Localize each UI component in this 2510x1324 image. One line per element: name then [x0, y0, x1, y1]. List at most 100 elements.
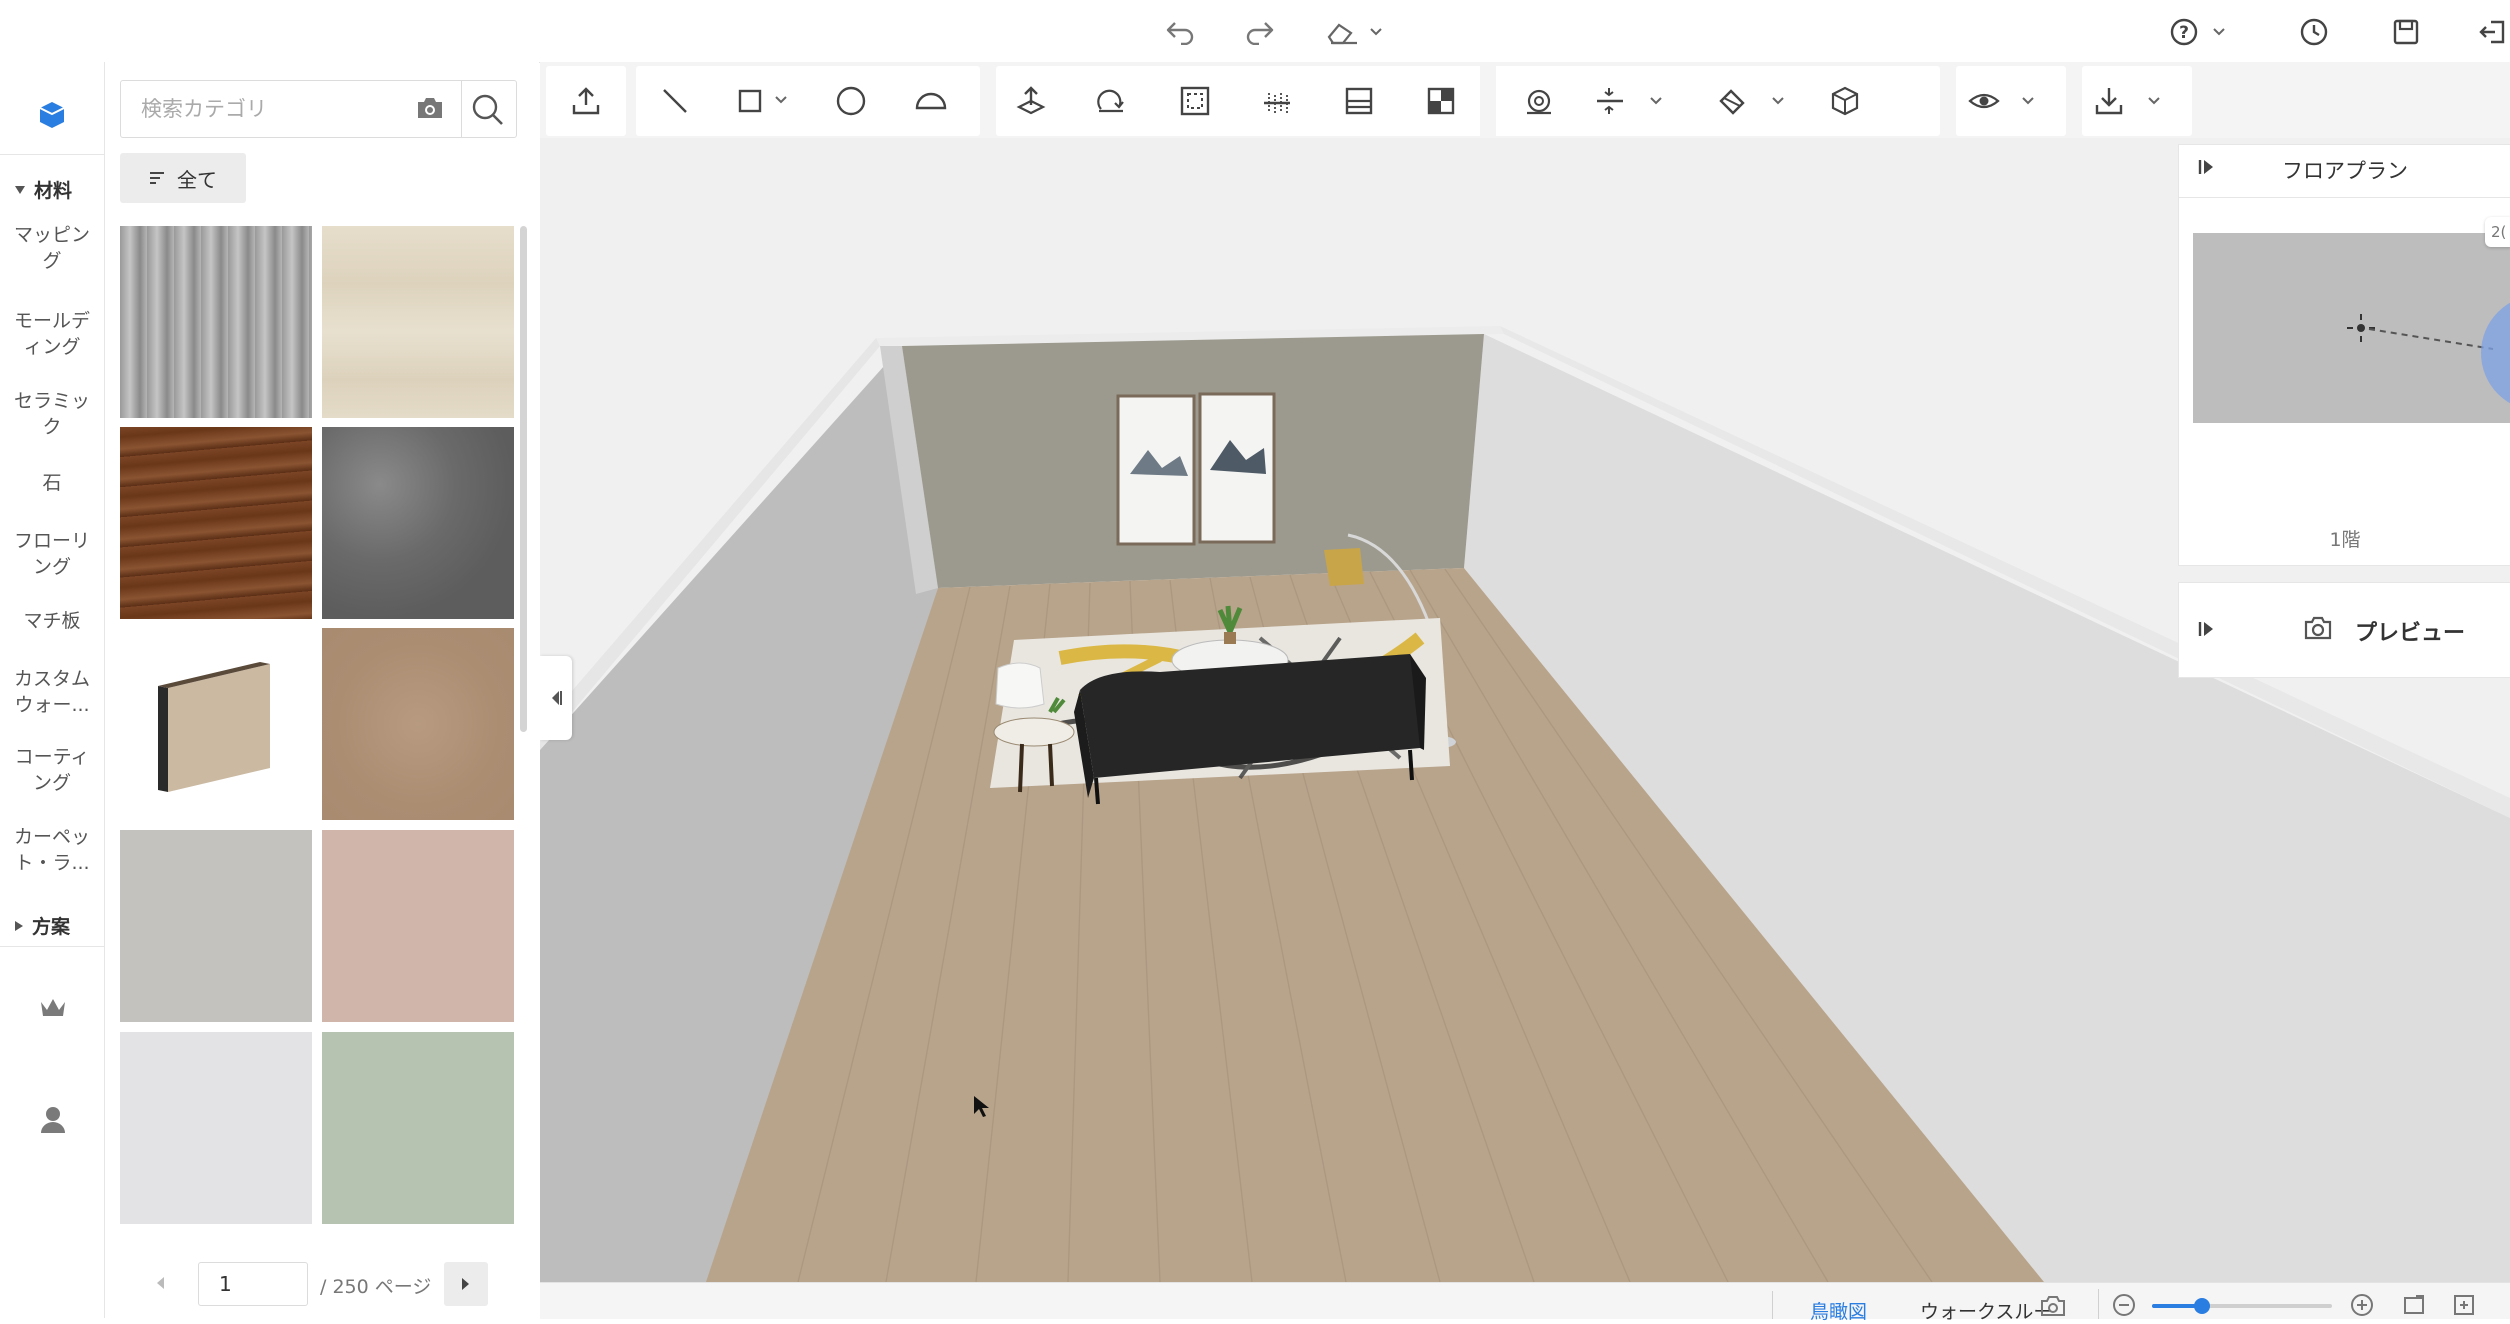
circle-tool-icon[interactable]: [828, 78, 874, 124]
material-tile-brown-sand[interactable]: [322, 628, 514, 820]
measure-tape-icon[interactable]: [1516, 78, 1562, 124]
view-walkthrough-tab[interactable]: ウォークスルー: [1920, 1297, 2052, 1324]
caret-down-icon: [15, 185, 25, 194]
collapse-preview-icon[interactable]: [2197, 619, 2217, 639]
next-page-button[interactable]: [444, 1262, 488, 1306]
drawing-toolbar: [540, 62, 2510, 138]
filter-all-button[interactable]: 全て: [120, 153, 246, 203]
divider: [1772, 1291, 1773, 1319]
sort-icon: [150, 172, 164, 184]
material-tile-grey-marble[interactable]: [322, 427, 514, 619]
section-materials[interactable]: 材料: [14, 176, 72, 203]
zoom-slider[interactable]: [2152, 1298, 2332, 1314]
zoom-in-icon[interactable]: [2350, 1293, 2374, 1317]
material-tile-sage-green-paint[interactable]: [322, 1032, 514, 1224]
search-icon[interactable]: [471, 93, 505, 127]
rail-item-molding[interactable]: モールディング: [0, 308, 104, 360]
upload-icon[interactable]: [563, 78, 609, 124]
next-page-icon: [462, 1278, 469, 1290]
history-icon[interactable]: [2294, 12, 2334, 52]
visibility-eye-icon[interactable]: [1964, 78, 2054, 124]
rail-item-coating[interactable]: コーティング: [0, 744, 104, 796]
section-plans[interactable]: 方案: [14, 912, 70, 939]
rail-item-custom-wall[interactable]: カスタムウォー...: [0, 666, 104, 718]
panel-scrollbar[interactable]: [520, 226, 527, 732]
camera-icon[interactable]: [415, 95, 445, 121]
search-input[interactable]: [139, 93, 423, 125]
filter-all-label: 全て: [177, 167, 217, 192]
level-tool-icon[interactable]: [1590, 78, 1680, 124]
rail-item-flooring[interactable]: フローリング: [0, 528, 104, 580]
rail-item-ceramic[interactable]: セラミック: [0, 388, 104, 440]
rail-item-match-board[interactable]: マチ板: [0, 608, 104, 634]
toolbar-group-edit: [996, 66, 1940, 136]
view-mode-bar: 鳥瞰図 ウォークスルー: [540, 1282, 2510, 1323]
crown-icon[interactable]: [38, 996, 68, 1020]
split-horizontal-icon[interactable]: [1336, 78, 1382, 124]
collapse-left-icon: [552, 691, 562, 705]
divider: [0, 154, 104, 155]
materials-cube-icon[interactable]: [36, 100, 68, 130]
rail-item-stone[interactable]: 石: [0, 470, 104, 496]
divider: [2179, 197, 2510, 198]
download-icon[interactable]: [2090, 78, 2180, 124]
save-icon[interactable]: [2386, 12, 2426, 52]
material-tile-pink-plaster[interactable]: [322, 830, 514, 1022]
user-avatar-icon[interactable]: [38, 1104, 68, 1134]
section-materials-label: 材料: [34, 180, 73, 202]
rail-item-mapping[interactable]: マッピング: [0, 222, 104, 274]
preview-panel: プレビュー: [2178, 582, 2510, 678]
eraser-icon[interactable]: [1320, 12, 1390, 52]
zoom-slider-handle[interactable]: [2194, 1298, 2211, 1314]
material-tile-grey-slats[interactable]: [120, 226, 312, 418]
fit-view-icon[interactable]: [2402, 1293, 2426, 1317]
material-tile-light-grey-paint[interactable]: [120, 1032, 312, 1224]
undo-icon[interactable]: [1160, 12, 1200, 52]
material-cube-icon[interactable]: [1822, 78, 1868, 124]
push-pull-icon[interactable]: [1008, 78, 1054, 124]
arc-tool-icon[interactable]: [908, 78, 954, 124]
svg-text:?: ?: [2179, 23, 2189, 43]
fullscreen-icon[interactable]: [2452, 1293, 2476, 1317]
divider: [0, 946, 104, 947]
floor-level-label[interactable]: 1階: [2179, 525, 2510, 552]
material-tile-light-concrete[interactable]: [120, 830, 312, 1022]
rectangle-tool-icon[interactable]: [732, 78, 802, 124]
category-rail: 材料 マッピング モールディング セラミック 石 フローリング マチ板 カスタム…: [0, 62, 105, 1318]
page-total-label: / 250 ページ: [320, 1276, 432, 1298]
caret-right-icon: [15, 920, 23, 931]
split-cell-icon[interactable]: [1418, 78, 1464, 124]
align-icon[interactable]: [1254, 78, 1300, 124]
paint-bucket-icon[interactable]: [1712, 78, 1802, 124]
collapse-panel-button[interactable]: [540, 656, 572, 740]
prev-page-icon[interactable]: [154, 1276, 166, 1290]
exit-icon[interactable]: [2474, 12, 2510, 52]
zoom-out-icon[interactable]: [2112, 1293, 2136, 1317]
divider: [1480, 66, 1496, 136]
rotate-icon[interactable]: [1088, 78, 1134, 124]
camera-position-icon: [2347, 302, 2510, 404]
toolbar-group-draw: [636, 66, 980, 136]
stone-board-3d-icon: [158, 662, 270, 792]
screenshot-camera-icon[interactable]: [2040, 1295, 2066, 1317]
preview-title: プレビュー: [2355, 621, 2466, 646]
floorplan-scale-label: 2(: [2485, 217, 2510, 247]
select-box-icon[interactable]: [1172, 78, 1218, 124]
material-tile-stone-board[interactable]: [120, 628, 312, 820]
rail-item-carpet[interactable]: カーペット・ラ...: [0, 824, 104, 876]
floorplan-minimap[interactable]: [2193, 233, 2510, 423]
help-icon[interactable]: ?: [2168, 12, 2238, 52]
floorplan-title: フロアプラン: [2282, 159, 2408, 183]
search-box: [120, 80, 517, 138]
preview-camera-icon: [2303, 615, 2333, 641]
pager: / 250 ページ: [120, 1262, 530, 1308]
toolbar-group-import: [546, 66, 626, 136]
top-bar: ?: [0, 0, 2510, 63]
material-tile-dark-walnut[interactable]: [120, 427, 312, 619]
redo-icon[interactable]: [1240, 12, 1280, 52]
floorplan-panel: フロアプラン 2( 1階: [2178, 144, 2510, 566]
view-birdseye-tab[interactable]: 鳥瞰図: [1810, 1297, 1867, 1324]
page-number-input[interactable]: [198, 1262, 308, 1306]
material-tile-cream-wood[interactable]: [322, 226, 514, 418]
line-tool-icon[interactable]: [652, 78, 698, 124]
